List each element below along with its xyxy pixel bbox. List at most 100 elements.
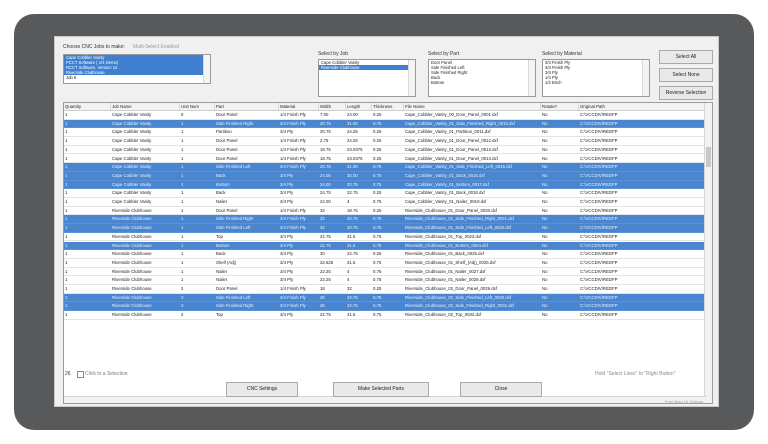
- table-cell: Side Finished Right: [216, 216, 254, 222]
- material-filter-item[interactable]: 1/2 Birch: [543, 80, 649, 85]
- table-cell: C:\VCCDIV\REDFP: [580, 181, 618, 187]
- close-button[interactable]: Close: [460, 382, 542, 397]
- table-row[interactable]: 1 Cape Cobbler Vanity 1 Door Panel 1/4 Finis…: [64, 155, 707, 164]
- table-cell: 1: [181, 207, 184, 213]
- table-cell: C:\VCCDIV\REDFP: [580, 190, 618, 196]
- column-header[interactable]: Part: [215, 103, 279, 110]
- table-row[interactable]: 1 Cape Cobbler Vanity 0 Door Panel 1/4 Finis…: [64, 111, 707, 120]
- table-cell: Back: [216, 172, 226, 178]
- table-row[interactable]: 1 Riverside Clubhouse 1 Side Finished Right…: [64, 215, 707, 225]
- table-row[interactable]: 1 Riverside Clubhouse 2 Top 3/4 Ply 22.75 31.5…: [64, 311, 707, 320]
- table-cell: 0.75: [373, 164, 382, 170]
- cnc-job-item[interactable]: Job 6: [64, 75, 210, 80]
- parts-grid[interactable]: Quantity Job Name Unit Num Part Material Widt…: [63, 102, 713, 404]
- table-cell: Riverside_Clubhouse_01_Top_0023.dxf: [405, 233, 482, 239]
- table-cell: C:\VCCDIV\REDFP: [580, 286, 618, 291]
- table-cell: Door Panel: [216, 146, 238, 152]
- cnc-jobs-listbox[interactable]: Cape Cobbler Vanity PCCT Software ( 1/4 D…: [63, 54, 211, 84]
- table-cell: 32: [347, 286, 352, 291]
- grid-vertical-scrollbar[interactable]: [704, 103, 712, 403]
- table-cell: Riverside Clubhouse: [112, 251, 152, 257]
- select-by-job-listbox[interactable]: Cape Cobbler Vanity Riverside Clubhouse: [318, 59, 416, 97]
- table-row[interactable]: 1 Riverside Clubhouse 2 Side Finished Left 3…: [64, 293, 707, 303]
- table-cell: 22.75: [347, 190, 358, 196]
- job-filter-item[interactable]: Riverside Clubhouse: [319, 65, 415, 70]
- table-row[interactable]: 1 Cape Cobbler Vanity 1 Bottom 3/4 Ply 24.00 2…: [64, 180, 707, 190]
- table-row[interactable]: 1 Riverside Clubhouse 1 Side Finished Left 3…: [64, 224, 707, 233]
- column-header[interactable]: Length: [346, 103, 372, 110]
- table-row[interactable]: 1 Riverside Clubhouse 2 Side Finished Right…: [64, 302, 707, 312]
- table-cell: No: [542, 216, 548, 222]
- table-cell: 1/4 Finish Ply: [280, 207, 306, 213]
- column-header[interactable]: File Name: [404, 103, 541, 110]
- table-cell: 1: [181, 242, 184, 248]
- table-row[interactable]: 1 Riverside Clubhouse 1 Bottom 3/4 Ply 22.75 3…: [64, 241, 707, 251]
- select-by-material-listbox[interactable]: 3/4 Finish Ply 3/4 Finish Ply 3/4 Ply 1/4 P…: [542, 59, 650, 97]
- scrollbar-thumb[interactable]: [706, 147, 711, 167]
- table-row[interactable]: 1 Riverside Clubhouse 2 Door Panel 1/4 Finis…: [64, 285, 707, 294]
- column-header[interactable]: Original Path: [579, 103, 707, 110]
- grid-horizontal-scrollbar[interactable]: [64, 396, 707, 403]
- table-row[interactable]: 1 Riverside Clubhouse 1 Nailer 3/4 Ply 22.25 4…: [64, 268, 707, 277]
- table-cell: 32: [320, 207, 325, 213]
- select-none-button[interactable]: Select None: [659, 68, 713, 82]
- table-cell: Side Finished Right: [216, 120, 254, 126]
- table-row[interactable]: 1 Cape Cobbler Vanity 1 Side Finished Left 3…: [64, 163, 707, 172]
- table-cell: No: [542, 286, 548, 291]
- table-row[interactable]: 1 Cape Cobbler Vanity 1 Back 3/4 Ply 24.75 22.…: [64, 189, 707, 198]
- select-all-button[interactable]: Select All: [659, 50, 713, 64]
- column-header[interactable]: Material: [279, 103, 319, 110]
- table-cell: Riverside Clubhouse: [112, 277, 152, 283]
- material-filter-scrollbar[interactable]: [642, 60, 649, 96]
- table-row[interactable]: 1 Riverside Clubhouse 1 Nailer 3/4 Ply 22.25 4…: [64, 276, 707, 285]
- table-cell: 4: [347, 199, 350, 204]
- table-cell: 1: [65, 138, 68, 144]
- table-row[interactable]: 1 Riverside Clubhouse 1 Door Panel 1/4 Finis…: [64, 207, 707, 216]
- table-row[interactable]: 1 Riverside Clubhouse 1 Shelf (Adj) 3/4 Ply 2…: [64, 259, 707, 268]
- table-row[interactable]: 1 Cape Cobbler Vanity 1 Side Finished Right…: [64, 119, 707, 129]
- table-row[interactable]: 1 Cape Cobbler Vanity 1 Partition 3/4 Ply 20.…: [64, 128, 707, 138]
- table-row[interactable]: 1 Riverside Clubhouse 1 Top 3/4 Ply 22.75 31.5…: [64, 233, 707, 242]
- cnc-job-scrollbar[interactable]: [203, 55, 210, 83]
- selection-checkbox[interactable]: [77, 371, 84, 378]
- reverse-selection-button[interactable]: Reverse Selection: [659, 86, 713, 100]
- table-cell: Riverside_Clubhouse_02_Door_Panel_0029.d…: [405, 286, 497, 291]
- cnc-settings-button[interactable]: CNC Settings: [226, 382, 298, 397]
- column-header[interactable]: Width: [319, 103, 346, 110]
- table-cell: 24.00: [320, 199, 331, 204]
- table-cell: Door Panel: [216, 155, 238, 161]
- table-cell: C:\VCCDIV\REDFP: [580, 251, 618, 257]
- part-filter-scrollbar[interactable]: [528, 60, 535, 96]
- column-header[interactable]: Job Name: [111, 103, 180, 110]
- table-cell: Riverside_Clubhouse_02_Top_0032.dxf: [405, 312, 482, 318]
- select-by-part-listbox[interactable]: Door Panel Side Finished Left Side Finishe…: [428, 59, 536, 97]
- table-row[interactable]: 1 Cape Cobbler Vanity 1 Back 3/4 Ply 24.00 30.…: [64, 171, 707, 181]
- table-cell: 1/4 Finish Ply: [280, 146, 306, 152]
- table-cell: 18: [320, 286, 325, 291]
- part-filter-item[interactable]: Bottom: [429, 80, 535, 85]
- table-cell: Cape Cobbler Vanity: [112, 190, 152, 196]
- table-cell: Riverside Clubhouse: [112, 259, 152, 265]
- column-header[interactable]: Quantity: [64, 103, 111, 110]
- table-row[interactable]: 1 Riverside Clubhouse 1 Back 3/4 Ply 30 22.75 0…: [64, 250, 707, 259]
- table-cell: Riverside_Clubhouse_01_Shelf_(Adj)_0026.…: [405, 259, 496, 265]
- table-cell: Cape_Cobbler_Vanity_01_Back_0018.dxf: [405, 190, 485, 196]
- version-text: Free Beta 16 Options: [665, 399, 704, 404]
- column-header[interactable]: Rotate?: [541, 103, 579, 110]
- table-row[interactable]: 1 Cape Cobbler Vanity 1 Nailer 3/4 Ply 24.00 4…: [64, 198, 707, 207]
- column-header[interactable]: Unit Num: [180, 103, 215, 110]
- table-cell: 1: [65, 146, 68, 152]
- table-cell: No: [542, 129, 548, 135]
- column-header[interactable]: Thickness: [372, 103, 404, 110]
- table-cell: 1: [65, 207, 68, 213]
- table-row[interactable]: 1 Cape Cobbler Vanity 1 Door Panel 1/4 Finis…: [64, 146, 707, 155]
- make-selected-parts-button[interactable]: Make Selected Parts: [333, 382, 429, 397]
- table-cell: No: [542, 251, 548, 257]
- job-filter-scrollbar[interactable]: [408, 60, 415, 96]
- table-cell: 24.25: [347, 138, 358, 144]
- table-cell: 0.75: [373, 233, 382, 239]
- table-cell: Cape Cobbler Vanity: [112, 181, 152, 187]
- table-row[interactable]: 1 Cape Cobbler Vanity 1 Door Panel 1/4 Finis…: [64, 137, 707, 146]
- table-cell: 3/4 Finish Ply: [280, 225, 306, 231]
- table-cell: 0.25: [373, 286, 382, 291]
